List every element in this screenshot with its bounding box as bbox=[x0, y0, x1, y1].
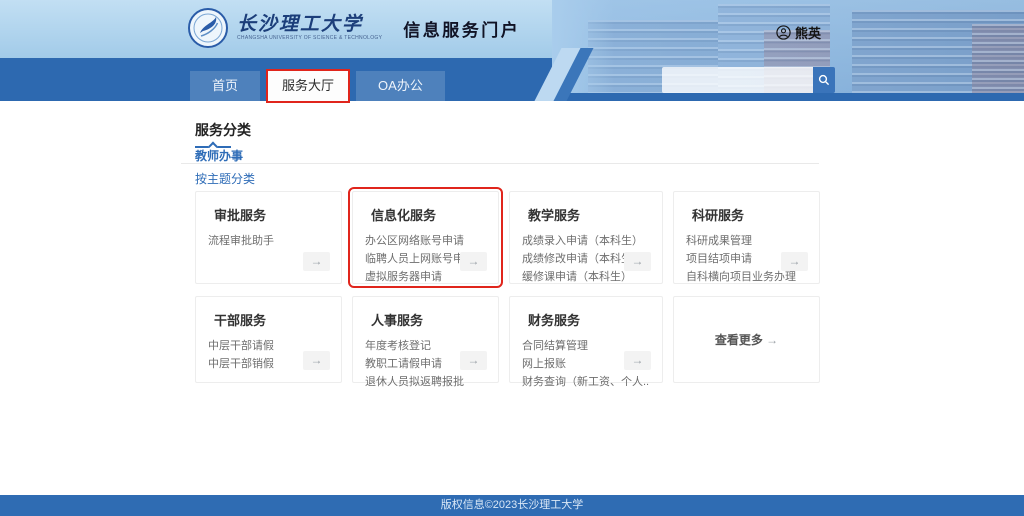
service-card-title: 干部服务 bbox=[214, 310, 329, 329]
card-expand-arrow-button[interactable]: → bbox=[460, 351, 487, 370]
university-brand: 长沙理工大学 CHANGSHA UNIVERSITY OF SCIENCE & … bbox=[188, 8, 520, 48]
arrow-right-icon: → bbox=[766, 333, 778, 347]
card-expand-arrow-button[interactable]: → bbox=[781, 252, 808, 271]
content-area: 服务分类 教师办事 按主题分类 审批服务流程审批助手 → 信息化服务办公区网络账号申… bbox=[0, 101, 1024, 495]
search-button[interactable] bbox=[813, 67, 835, 93]
portal-page: 长沙理工大学 CHANGSHA UNIVERSITY OF SCIENCE & … bbox=[0, 0, 1024, 516]
service-card: 教学服务成绩录入申请（本科生）成绩修改申请（本科生）缓修课申请（本科生）→ bbox=[509, 191, 663, 284]
service-card: 财务服务合同结算管理网上报账财务查询（新工资、个人...→ bbox=[509, 296, 663, 383]
search-bar bbox=[662, 67, 835, 93]
service-card-title: 财务服务 bbox=[528, 310, 650, 329]
portal-title: 信息服务门户 bbox=[403, 16, 520, 41]
service-item-link[interactable]: 退休人员拟返聘报批 bbox=[365, 373, 486, 391]
service-item-link[interactable]: 财务查询（新工资、个人... bbox=[522, 373, 650, 391]
service-card: 人事服务年度考核登记教职工请假申请退休人员拟返聘报批→ bbox=[352, 296, 499, 383]
university-logo bbox=[188, 8, 228, 48]
person-icon bbox=[776, 25, 791, 40]
card-expand-arrow-button[interactable]: → bbox=[303, 351, 330, 370]
search-input[interactable] bbox=[662, 67, 813, 93]
view-more-card: 查看更多 → bbox=[673, 296, 820, 383]
card-expand-arrow-button[interactable]: → bbox=[624, 252, 651, 271]
user-name: 熊英 bbox=[795, 23, 821, 42]
view-more-link[interactable]: 查看更多 → bbox=[715, 331, 778, 348]
tab-home[interactable]: 首页 bbox=[190, 71, 260, 101]
nav-tabs: 首页 服务大厅 OA办公 bbox=[190, 71, 445, 101]
service-card: 干部服务中层干部请假中层干部销假→ bbox=[195, 296, 342, 383]
tab-service-hall[interactable]: 服务大厅 bbox=[268, 71, 348, 101]
service-card-title: 科研服务 bbox=[692, 205, 807, 224]
service-card: 信息化服务办公区网络账号申请临聘人员上网账号申请虚拟服务器申请→ bbox=[352, 191, 499, 284]
university-name-en: CHANGSHA UNIVERSITY OF SCIENCE & TECHNOL… bbox=[237, 35, 382, 42]
user-account-chip[interactable]: 熊英 bbox=[776, 23, 821, 42]
service-card-title: 信息化服务 bbox=[371, 205, 486, 224]
section-divider bbox=[181, 163, 819, 164]
university-name-cn: 长沙理工大学 bbox=[237, 14, 382, 35]
university-name: 长沙理工大学 CHANGSHA UNIVERSITY OF SCIENCE & … bbox=[237, 14, 382, 42]
service-card: 审批服务流程审批助手 → bbox=[195, 191, 342, 284]
search-icon bbox=[818, 74, 830, 86]
service-card: 科研服务科研成果管理项目结项申请自科横向项目业务办理→ bbox=[673, 191, 820, 284]
service-card-title: 教学服务 bbox=[528, 205, 650, 224]
category-tab-teacher[interactable]: 教师办事 bbox=[195, 147, 243, 164]
service-cards-grid: 审批服务流程审批助手→信息化服务办公区网络账号申请临聘人员上网账号申请虚拟服务器… bbox=[195, 191, 820, 383]
section-title: 服务分类 bbox=[195, 120, 251, 140]
card-expand-arrow-button[interactable]: → bbox=[624, 351, 651, 370]
footer-copyright: 版权信息©2023长沙理工大学 bbox=[0, 495, 1024, 516]
service-item-link[interactable]: 流程审批助手 bbox=[208, 232, 329, 250]
card-expand-arrow-button[interactable]: → bbox=[303, 252, 330, 271]
group-by-theme-label: 按主题分类 bbox=[195, 170, 255, 187]
service-card-title: 审批服务 bbox=[214, 205, 329, 224]
tab-oa-office[interactable]: OA办公 bbox=[356, 71, 445, 101]
service-item-link[interactable]: 科研成果管理 bbox=[686, 232, 807, 250]
service-card-title: 人事服务 bbox=[371, 310, 486, 329]
service-item-link[interactable]: 成绩录入申请（本科生） bbox=[522, 232, 650, 250]
service-item-link[interactable]: 办公区网络账号申请 bbox=[365, 232, 486, 250]
card-expand-arrow-button[interactable]: → bbox=[460, 252, 487, 271]
